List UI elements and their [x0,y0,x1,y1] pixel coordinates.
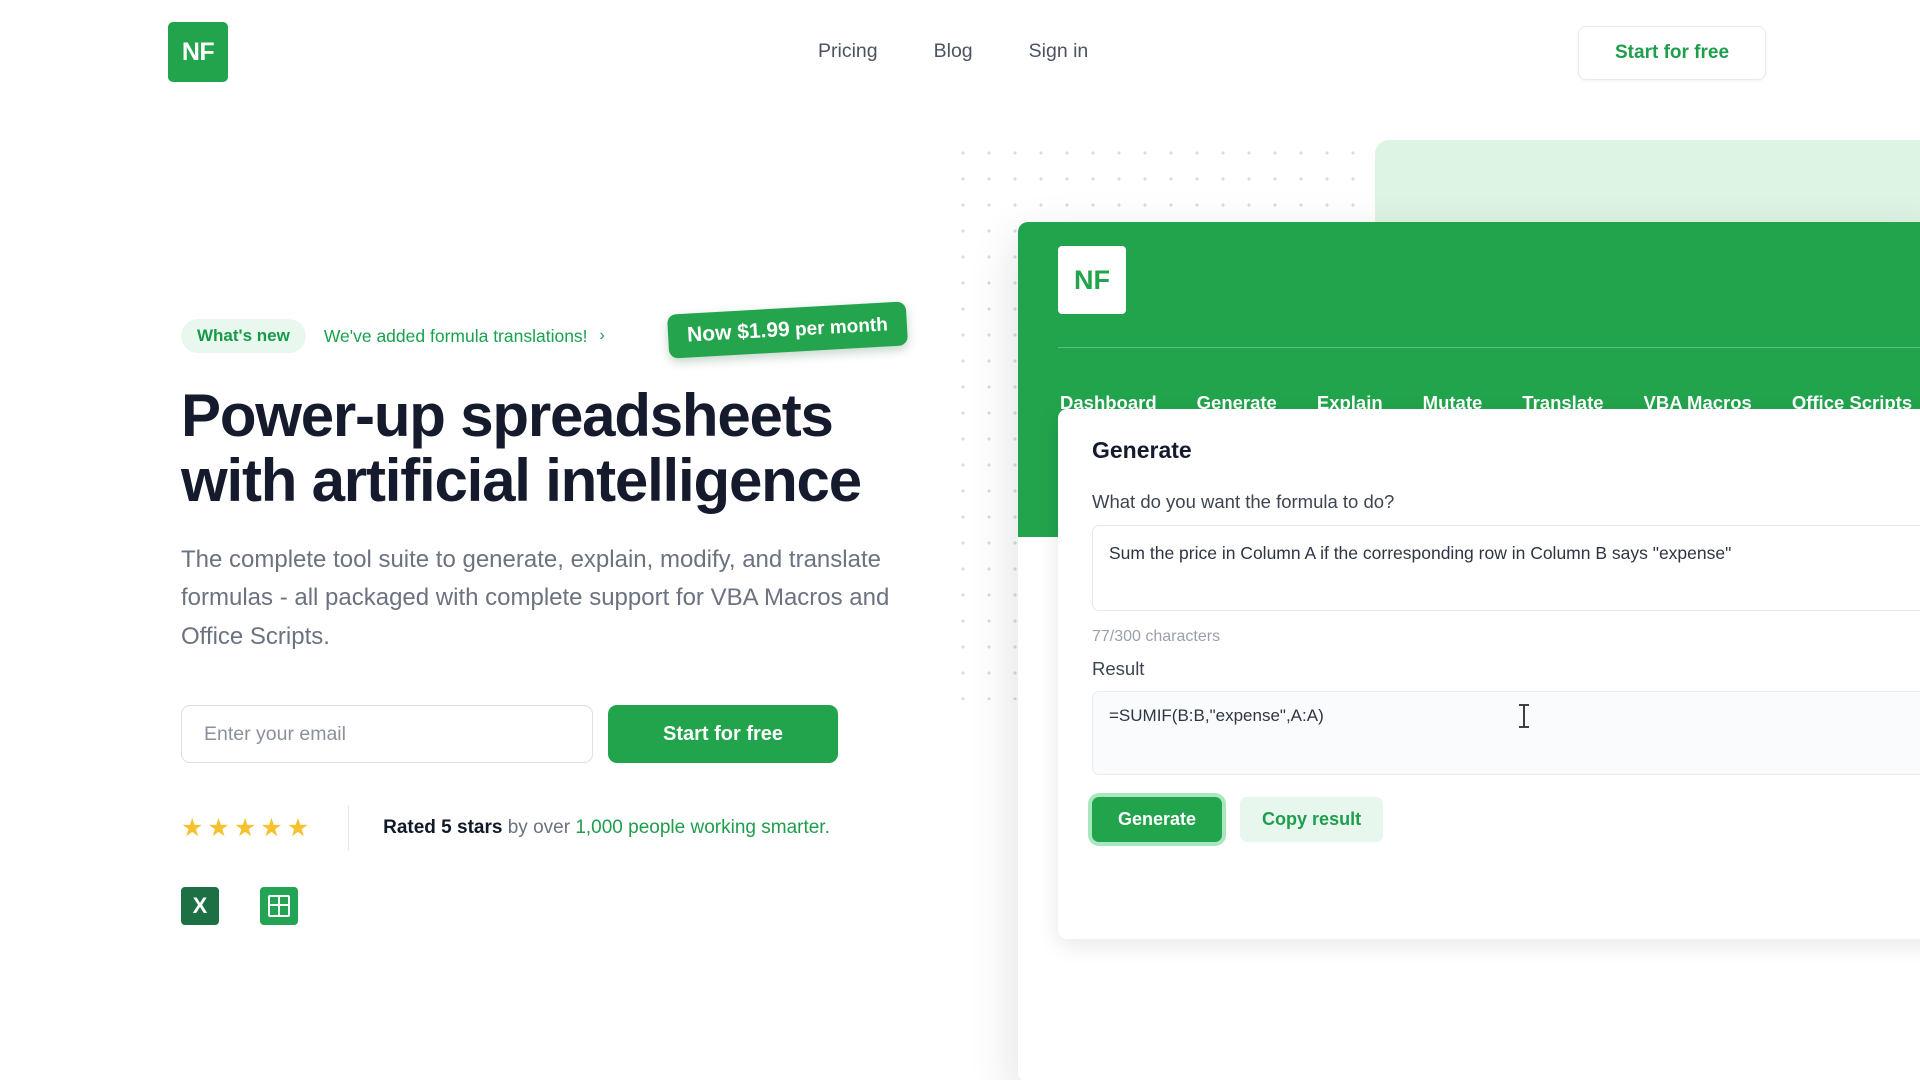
headline-line-1: Power-up spreadsheets [181,382,834,449]
result-output[interactable]: =SUMIF(B:B,"expense",A:A) [1092,691,1920,775]
hero-section: What's new We've added formula translati… [181,301,921,926]
card-actions: Generate Copy result [1092,797,1920,842]
sheets-grid-glyph [268,895,290,918]
prompt-label: What do you want the formula to do? [1092,491,1395,512]
character-counter: 77/300 characters [1092,628,1221,645]
result-label: Result [1092,658,1145,679]
hero-subheadline: The complete tool suite to generate, exp… [181,545,890,651]
announcement-link[interactable]: We've added formula translations! › [324,326,605,347]
landing-page: NF Pricing Blog Sign in Start for free W… [0,0,1920,1080]
nav-item-blog[interactable]: Blog [934,40,973,63]
generate-card-title: Generate [1092,437,1192,463]
brand-logo[interactable]: NF [168,22,228,82]
google-sheets-icon [260,887,298,926]
rating-green-text: 1,000 people working smarter. [575,817,830,839]
rating-row: ★ ★ ★ ★ ★ Rated 5 stars by over 1,000 pe… [181,806,921,851]
rating-bold-text: Rated 5 stars [383,817,503,839]
star-icon: ★ [233,813,257,842]
email-field[interactable] [181,705,593,764]
app-brand-logo: NF [1058,246,1126,314]
nav-item-pricing[interactable]: Pricing [818,40,878,63]
page-title: Power-up spreadsheets with artificial in… [181,382,921,514]
whats-new-badge: What's new [181,319,306,353]
hero-start-for-free-button[interactable]: Start for free [608,705,839,764]
excel-icon: X [181,887,219,926]
star-icon: ★ [181,813,204,842]
generate-card: Generate What do you want the formula to… [1058,409,1920,939]
result-formula-text: =SUMIF(B:B,"expense",A:A) [1109,706,1324,725]
app-header-divider [1058,347,1920,348]
text-cursor-icon [1519,704,1529,728]
nav-item-sign-in[interactable]: Sign in [1029,40,1089,63]
star-icon: ★ [207,813,230,842]
header-start-for-free-button[interactable]: Start for free [1578,26,1767,80]
signup-form: Start for free [181,705,921,764]
announcement-text: We've added formula translations! [323,325,588,346]
chevron-right-icon: › [599,327,605,344]
excel-icon-glyph: X [192,893,208,919]
star-icon: ★ [286,813,310,842]
rating-text: Rated 5 stars by over 1,000 people worki… [383,817,830,839]
app-brand-logo-text: NF [1074,264,1110,295]
app-window: NF Dashboard Generate Explain Mutate Tra… [1018,222,1920,1080]
copy-result-button[interactable]: Copy result [1240,797,1384,842]
supported-apps: X [181,887,921,926]
price-badge-amount: Now $1.99 [686,317,791,347]
star-icon: ★ [260,813,283,842]
site-header: NF Pricing Blog Sign in Start for free [0,0,1920,105]
main-nav: Pricing Blog Sign in [818,40,1088,63]
price-badge-period: per month [789,314,889,341]
star-rating-icons: ★ ★ ★ ★ ★ [181,813,310,842]
announcement-row: What's new We've added formula translati… [181,301,921,359]
divider [348,806,350,851]
price-badge: Now $1.99 per month [666,301,908,359]
rating-middle-text: by over [502,817,576,839]
brand-logo-text: NF [181,37,215,66]
headline-line-2: with artificial intelligence [181,446,862,514]
prompt-input[interactable] [1092,525,1920,611]
generate-button[interactable]: Generate [1092,797,1223,842]
